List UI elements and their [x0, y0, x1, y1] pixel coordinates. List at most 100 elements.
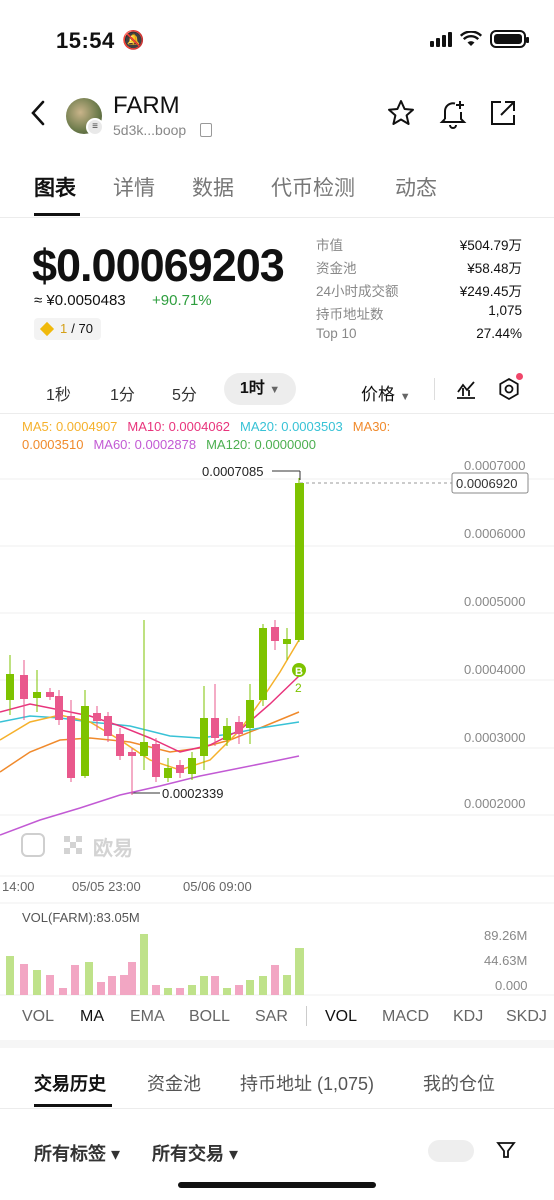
- low-label: 0.0002339: [162, 786, 223, 801]
- vol-tick: 0.000: [495, 978, 528, 993]
- vol-tick: 89.26M: [484, 928, 527, 943]
- bell-muted-icon: 🔕: [122, 30, 145, 50]
- buy-marker-count: 2: [295, 681, 302, 695]
- tab-holders[interactable]: 持币地址 (1,075): [240, 1070, 374, 1096]
- indicator-skdj[interactable]: SKDJ: [506, 1008, 547, 1026]
- interval-1h[interactable]: 1时 ▼: [224, 373, 296, 405]
- tab-trade-history[interactable]: 交易历史: [34, 1070, 106, 1096]
- stat-row: Top 10 27.44%: [316, 326, 522, 341]
- toggle-switch[interactable]: [428, 1140, 474, 1162]
- tab-details[interactable]: 详情: [113, 172, 155, 202]
- add-alert-icon[interactable]: [438, 98, 468, 137]
- divider: [0, 413, 554, 414]
- x-label: 05/06 09:00: [183, 879, 252, 894]
- battery-icon: [490, 30, 529, 48]
- ma20-label: MA20: 0.0003503: [240, 419, 343, 434]
- indicator-sar[interactable]: SAR: [255, 1008, 288, 1026]
- divider: [0, 1108, 554, 1109]
- y-tick: 0.0003000: [464, 730, 525, 745]
- token-address: 5d3k...boop: [113, 122, 187, 138]
- ma60-line: [0, 755, 300, 836]
- ma120-label: MA120: 0.0000000: [206, 437, 316, 452]
- indicator-ma[interactable]: MA: [80, 1008, 104, 1026]
- home-indicator[interactable]: [178, 1182, 376, 1188]
- stats-panel: 市值 ¥504.79万 资金池 ¥58.48万 24小时成交额 ¥249.45万 持币…: [316, 234, 522, 349]
- divider: [0, 217, 554, 218]
- indicator-boll[interactable]: BOLL: [189, 1008, 230, 1026]
- stat-row: 持币地址数 1,075: [316, 303, 522, 322]
- copy-icon[interactable]: [200, 123, 212, 137]
- indicator-vol[interactable]: VOL: [22, 1008, 54, 1026]
- ma10-label: MA10: 0.0004062: [127, 419, 231, 434]
- section-divider: [0, 1040, 554, 1048]
- separator: [306, 1006, 307, 1026]
- y-tick: 0.0007000: [464, 458, 525, 473]
- ma5-label: MA5: 0.0004907: [22, 419, 118, 434]
- ma-legend: MA5: 0.0004907 MA10: 0.0004062 MA20: 0.000…: [22, 418, 442, 454]
- wifi-icon: [460, 31, 482, 46]
- filter-all-trades[interactable]: 所有交易 ▾: [152, 1140, 238, 1166]
- rank-total: / 70: [71, 321, 93, 336]
- volume-label: VOL(FARM):83.05M: [22, 910, 140, 925]
- y-tick: 0.0002000: [464, 796, 525, 811]
- current-price-tag: 0.0006920: [456, 476, 517, 491]
- price-selector[interactable]: 价格 ▼: [361, 380, 411, 405]
- tab-token-check[interactable]: 代币检测: [271, 172, 355, 202]
- tab-active-indicator: [34, 213, 80, 216]
- token-name: FARM: [113, 92, 180, 119]
- stat-row: 资金池 ¥58.48万: [316, 261, 522, 276]
- filter-funnel-icon[interactable]: [496, 1140, 516, 1165]
- tab-activity[interactable]: 动态: [395, 172, 437, 202]
- ma5-line: [0, 639, 300, 771]
- indicator-ema[interactable]: EMA: [130, 1008, 165, 1026]
- y-tick: 0.0005000: [464, 594, 525, 609]
- candles: [6, 478, 304, 795]
- y-tick: 0.0006000: [464, 526, 525, 541]
- stat-row: 市值 ¥504.79万: [316, 238, 522, 253]
- current-price: $0.00069203: [32, 240, 285, 291]
- ma30-value: 0.0003510: [22, 437, 84, 452]
- share-icon[interactable]: [488, 98, 518, 135]
- tab-liquidity-pool[interactable]: 资金池: [147, 1070, 201, 1096]
- ma30-line: [0, 711, 300, 773]
- bottom-tab-indicator: [34, 1104, 112, 1107]
- high-label: 0.0007085: [202, 464, 263, 479]
- watermark-text: 欧易: [93, 836, 133, 860]
- indicator-chart-icon[interactable]: [455, 378, 477, 405]
- okx-logo-icon: [64, 836, 82, 854]
- notification-dot: [516, 373, 523, 380]
- ma30-label: MA30:: [352, 419, 391, 434]
- x-label: 14:00: [2, 879, 35, 894]
- ma10-line: [0, 675, 300, 753]
- status-icons: [430, 30, 529, 48]
- star-icon[interactable]: [386, 98, 416, 135]
- volume-bars: [6, 934, 304, 995]
- interval-1s[interactable]: 1秒: [46, 381, 71, 405]
- interval-5m[interactable]: 5分: [172, 381, 197, 405]
- price-change: +90.71%: [152, 292, 212, 309]
- indicator-macd[interactable]: MACD: [382, 1008, 429, 1026]
- buy-marker-label: B: [295, 666, 303, 678]
- stat-row: 24小时成交额 ¥249.45万: [316, 284, 522, 299]
- fullscreen-icon: [21, 833, 45, 857]
- x-label: 05/05 23:00: [72, 879, 141, 894]
- tab-my-position[interactable]: 我的仓位: [423, 1070, 495, 1096]
- filter-all-tags[interactable]: 所有标签 ▾: [34, 1140, 120, 1166]
- rank-current: 1: [60, 321, 68, 336]
- ma60-label: MA60: 0.0002878: [93, 437, 197, 452]
- settings-gear-icon[interactable]: [497, 377, 521, 406]
- status-time: 15:54: [56, 28, 115, 53]
- interval-1m[interactable]: 1分: [110, 381, 135, 405]
- tab-chart[interactable]: 图表: [34, 172, 76, 202]
- binance-diamond-icon: [39, 321, 55, 337]
- rank-badge: 1 / 70: [34, 318, 101, 340]
- back-chevron-icon[interactable]: [30, 100, 46, 133]
- y-tick: 0.0004000: [464, 662, 525, 677]
- tab-data[interactable]: 数据: [192, 172, 234, 202]
- price-cny: ≈ ¥0.0050483: [34, 292, 126, 309]
- indicator-kdj[interactable]: KDJ: [453, 1008, 483, 1026]
- cellular-signal-icon: [430, 31, 452, 47]
- indicator-vol-sub[interactable]: VOL: [325, 1008, 357, 1026]
- vol-tick: 44.63M: [484, 953, 527, 968]
- separator: [434, 378, 435, 400]
